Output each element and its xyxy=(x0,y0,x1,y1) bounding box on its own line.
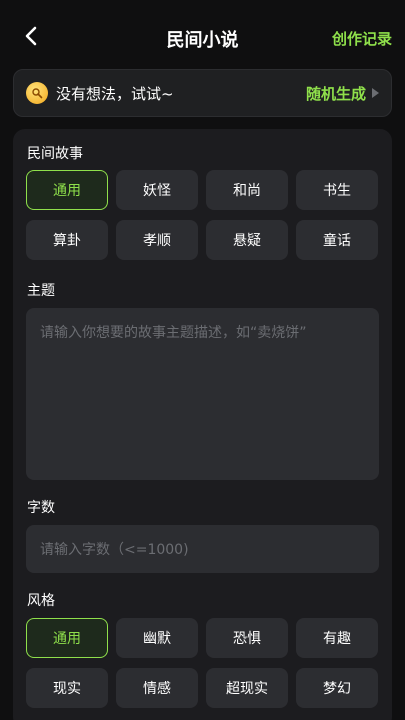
style-option-chip[interactable]: 情感 xyxy=(116,668,198,708)
style-options: 通用 幽默 恐惧 有趣现实 情感 超现实 梦幻 xyxy=(26,618,381,708)
folk-story-option-chip[interactable]: 通用 xyxy=(26,170,108,210)
lightbulb-icon xyxy=(26,82,48,104)
top-bar: 民间小说 创作记录 xyxy=(0,0,405,76)
screen: 民间小说 创作记录 没有想法，试试~ 随机生成 民间故事 通用 妖怪 和尚 书生 算卦孝… xyxy=(0,0,405,720)
folk-story-label: 民间故事 xyxy=(27,146,83,162)
style-option-chip[interactable]: 幽默 xyxy=(116,618,198,658)
style-option-chip[interactable]: 恐惧 xyxy=(206,618,288,658)
style-option-chip[interactable]: 超现实 xyxy=(206,668,288,708)
theme-input[interactable]: 请输入你想要的故事主题描述，如“卖烧饼” xyxy=(26,308,379,480)
idea-prompt-text: 没有想法，试试~ xyxy=(56,84,174,103)
word-count-input[interactable]: 请输入字数（<=1000) xyxy=(26,525,379,573)
folk-story-option-chip[interactable]: 算卦 xyxy=(26,220,108,260)
folk-story-option-chip[interactable]: 童话 xyxy=(296,220,378,260)
style-option-chip[interactable]: 梦幻 xyxy=(296,668,378,708)
folk-story-option-chip[interactable]: 悬疑 xyxy=(206,220,288,260)
folk-story-option-chip[interactable]: 书生 xyxy=(296,170,378,210)
creation-record-link[interactable]: 创作记录 xyxy=(332,28,392,49)
word-count-placeholder: 请输入字数（<=1000) xyxy=(40,542,189,558)
theme-placeholder: 请输入你想要的故事主题描述，如“卖烧饼” xyxy=(40,325,307,341)
random-generate-button[interactable]: 随机生成 xyxy=(306,83,379,104)
play-arrow-icon xyxy=(372,88,379,98)
folk-story-option-chip[interactable]: 孝顺 xyxy=(116,220,198,260)
folk-story-option-chip[interactable]: 和尚 xyxy=(206,170,288,210)
style-option-chip[interactable]: 现实 xyxy=(26,668,108,708)
theme-label: 主题 xyxy=(27,283,55,299)
folk-story-option-chip[interactable]: 妖怪 xyxy=(116,170,198,210)
idea-banner: 没有想法，试试~ 随机生成 xyxy=(13,69,392,117)
form-panel: 民间故事 通用 妖怪 和尚 书生 算卦 孝顺 悬疑 童话 主题 请输入你想要的故事主题描述，如… xyxy=(13,129,392,720)
word-count-label: 字数 xyxy=(27,500,55,516)
style-label: 风格 xyxy=(27,593,55,609)
folk-story-options: 通用 妖怪 和尚 书生算卦 孝顺 悬疑 童话 xyxy=(26,170,381,260)
random-generate-label: 随机生成 xyxy=(305,84,366,103)
style-option-chip[interactable]: 有趣 xyxy=(296,618,378,658)
style-option-chip[interactable]: 通用 xyxy=(26,618,108,658)
